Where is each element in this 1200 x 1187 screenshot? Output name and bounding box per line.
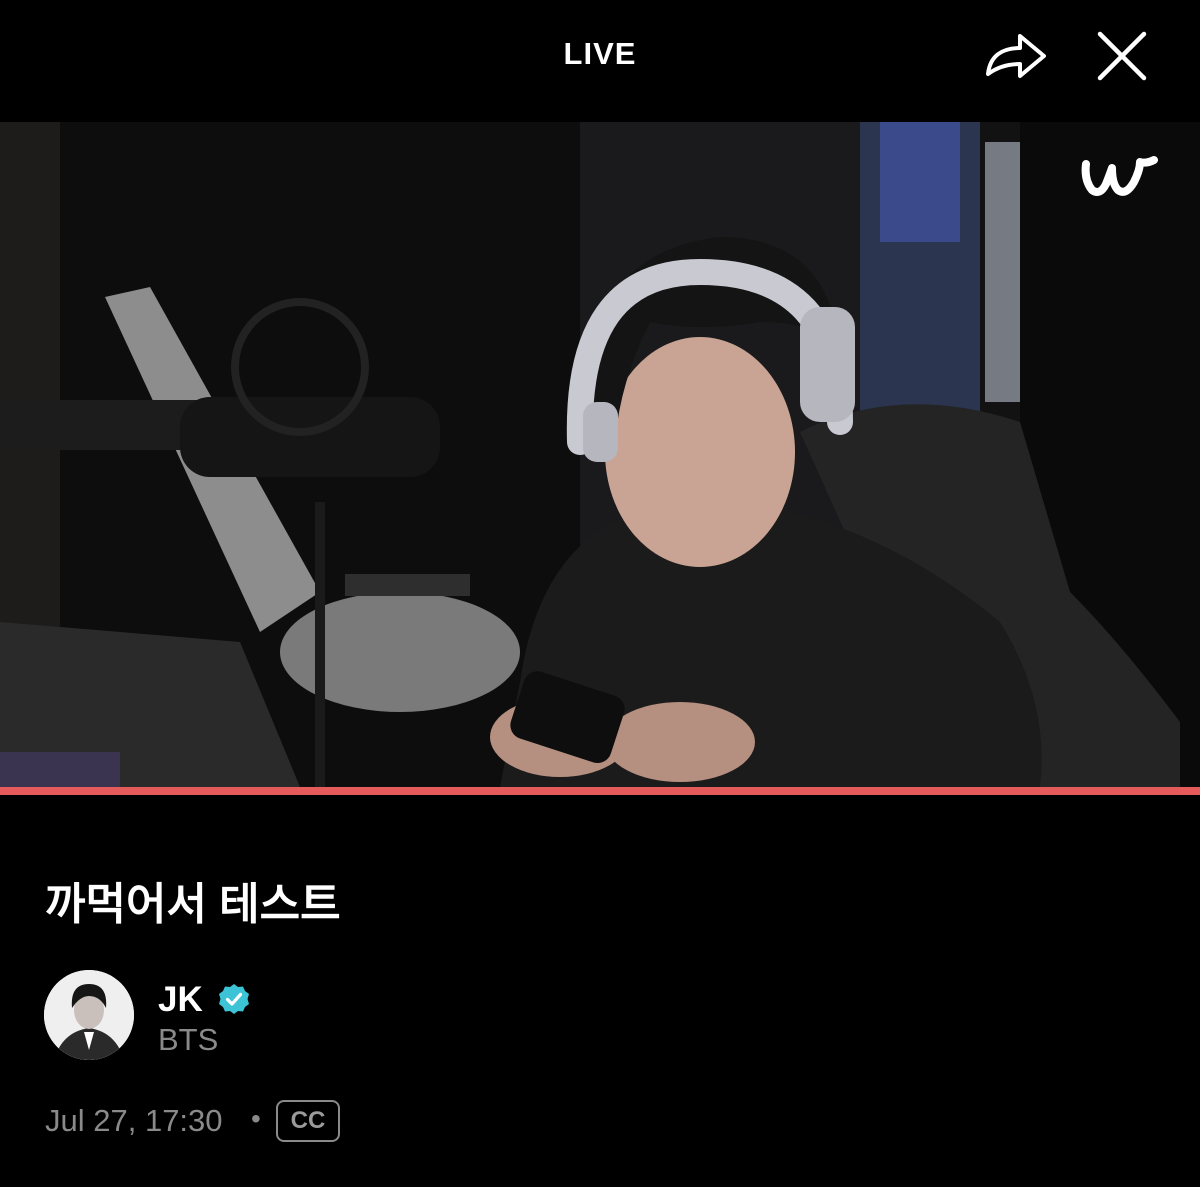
avatar[interactable] xyxy=(44,970,134,1060)
cc-button[interactable]: CC xyxy=(276,1100,340,1142)
author-group: BTS xyxy=(158,1022,219,1057)
video-player[interactable] xyxy=(0,122,1200,787)
weverse-logo-icon xyxy=(1081,156,1158,196)
share-button[interactable] xyxy=(980,26,1050,86)
meta-separator: • xyxy=(251,1103,261,1134)
progress-bar-fill xyxy=(0,787,1200,795)
post-date: Jul 27, 17:30 xyxy=(45,1103,223,1138)
post-title: 까먹어서 테스트 xyxy=(45,880,341,929)
share-arrow-icon xyxy=(986,34,1046,78)
close-button[interactable] xyxy=(1092,26,1152,86)
artist-portrait-icon xyxy=(44,970,134,1060)
progress-bar[interactable] xyxy=(0,787,1200,795)
top-bar: LIVE xyxy=(0,0,1200,122)
close-icon xyxy=(1097,31,1147,81)
video-frame xyxy=(0,122,1200,787)
verified-badge-icon xyxy=(219,984,249,1014)
author-name[interactable]: JK xyxy=(158,980,203,1020)
